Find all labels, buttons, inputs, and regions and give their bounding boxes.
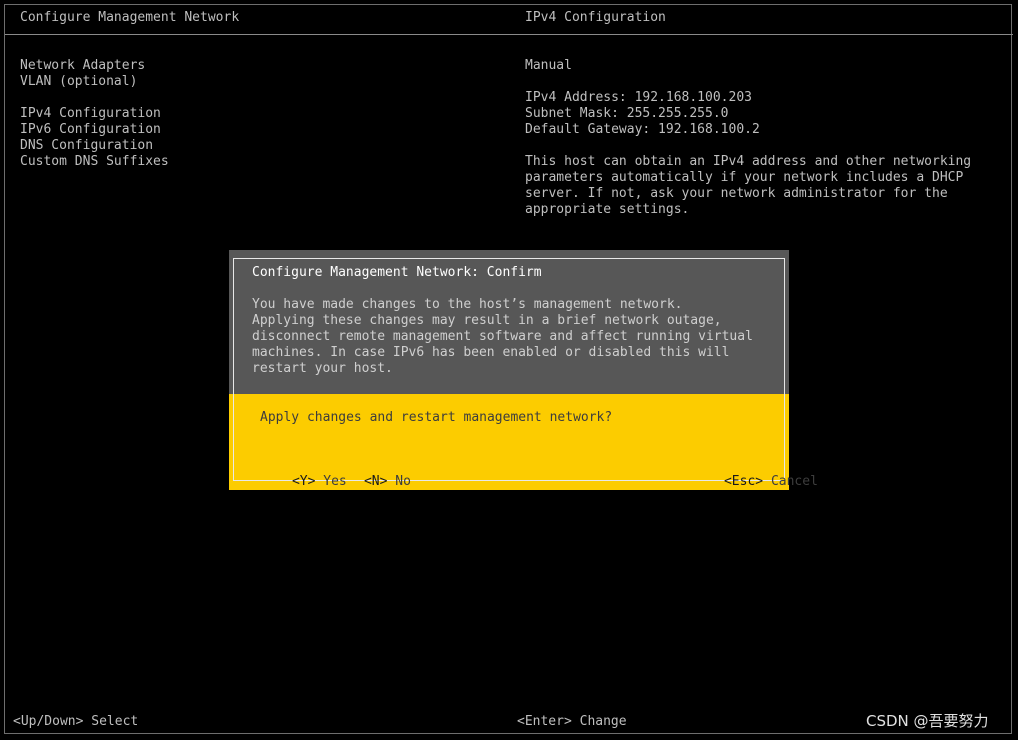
panel-title: IPv4 Configuration: [525, 10, 666, 25]
description-line: parameters automatically if your network…: [525, 170, 964, 185]
menu-item-network-adapters[interactable]: Network Adapters: [20, 58, 145, 74]
dialog-message-line: restart your host.: [252, 361, 393, 376]
screen-title: Configure Management Network: [20, 10, 240, 25]
dialog-question: Apply changes and restart management net…: [260, 410, 613, 425]
ipv4-address: IPv4 Address: 192.168.100.203: [525, 90, 752, 105]
dialog-title: Configure Management Network: Confirm: [252, 265, 542, 280]
menu-item-vlan[interactable]: VLAN (optional): [20, 74, 137, 90]
enter-key: <Enter>: [517, 714, 572, 729]
confirm-dialog: Configure Management Network: Confirm Yo…: [229, 250, 818, 490]
description-line: server. If not, ask your network adminis…: [525, 186, 948, 201]
dialog-message-line: You have made changes to the host’s mana…: [252, 297, 683, 312]
footer-change-hint: <Enter> Change: [517, 714, 627, 730]
no-key: <N>: [363, 474, 388, 489]
dialog-message: You have made changes to the host’s mana…: [252, 297, 753, 377]
menu-item-custom-dns-suffixes[interactable]: Custom DNS Suffixes: [20, 154, 169, 170]
esc-key: <Esc>: [723, 474, 764, 489]
up-down-key: <Up/Down>: [13, 714, 84, 729]
description-line: This host can obtain an IPv4 address and…: [525, 154, 972, 169]
dialog-message-line: disconnect remote management software an…: [252, 329, 753, 344]
ipv4-mode: Manual: [525, 58, 572, 73]
menu-item-ipv4-configuration[interactable]: IPv4 Configuration: [20, 106, 161, 122]
no-label: No: [395, 474, 411, 489]
cancel-label: Cancel: [770, 474, 818, 489]
select-label: Select: [91, 714, 139, 729]
no-button[interactable]: <N> No: [317, 458, 411, 506]
header-divider: [5, 34, 1013, 35]
cancel-button[interactable]: <Esc> Cancel: [677, 458, 818, 506]
watermark: CSDN @吾要努力: [866, 712, 989, 730]
menu-item-ipv6-configuration[interactable]: IPv6 Configuration: [20, 122, 161, 138]
change-label: Change: [579, 714, 627, 729]
dialog-message-line: machines. In case IPv6 has been enabled …: [252, 345, 730, 360]
dialog-action-area: Apply changes and restart management net…: [229, 394, 818, 490]
menu-item-dns-configuration[interactable]: DNS Configuration: [20, 138, 153, 154]
yes-key: <Y>: [291, 474, 316, 489]
footer-select-hint: <Up/Down> Select: [13, 714, 138, 730]
default-gateway: Default Gateway: 192.168.100.2: [525, 122, 760, 137]
dialog-message-line: Applying these changes may result in a b…: [252, 313, 722, 328]
description-line: appropriate settings.: [525, 202, 690, 217]
subnet-mask: Subnet Mask: 255.255.255.0: [525, 106, 729, 121]
